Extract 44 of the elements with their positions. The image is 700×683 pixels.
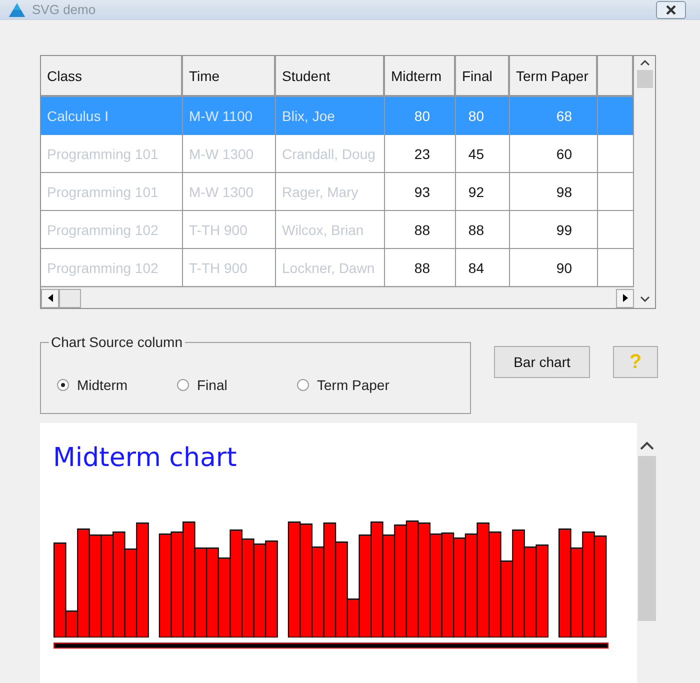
close-icon [665,4,677,14]
column-header[interactable]: Midterm [385,56,456,97]
column-header[interactable]: Term Paper [510,56,598,97]
table-cell[interactable]: 88 [385,249,456,287]
table-cell[interactable] [598,97,634,135]
scrollbar-thumb[interactable] [636,70,652,88]
scroll-left-button[interactable] [41,288,59,308]
table-cell[interactable] [598,135,634,173]
table-cell[interactable]: 45 [456,135,510,173]
table-cell[interactable]: 98 [510,173,598,211]
column-header[interactable]: Class [41,56,183,97]
group-label: Chart Source column [50,334,184,350]
table-cell[interactable]: 90 [510,249,598,287]
table-cell[interactable]: 23 [385,135,456,173]
scroll-up-icon[interactable] [640,60,650,66]
left-arrow-icon [48,294,52,302]
table-cell[interactable]: 92 [456,173,510,211]
radio-option[interactable]: Term Paper [297,364,390,405]
table-cell[interactable] [598,211,634,249]
app-icon [8,2,26,18]
scrollbar-thumb[interactable] [638,456,656,621]
column-header[interactable]: Time [183,56,276,97]
column-header[interactable] [598,56,634,97]
scroll-right-button[interactable] [616,288,634,308]
table-cell[interactable]: 93 [385,173,456,211]
table-cell[interactable]: 60 [510,135,598,173]
window-title: SVG demo [32,2,97,17]
column-header[interactable]: Final [456,56,510,97]
radio-option[interactable]: Final [177,364,228,405]
scroll-up-icon[interactable] [640,441,654,450]
chart-title: Midterm chart [53,443,238,473]
table-cell[interactable]: 88 [385,211,456,249]
bar-chart-button[interactable]: Bar chart [494,346,590,378]
table-cell[interactable]: 99 [510,211,598,249]
column-header[interactable]: Student [276,56,385,97]
table-cell[interactable]: 88 [456,211,510,249]
close-button[interactable] [656,0,686,18]
table-cell[interactable] [598,249,634,287]
table-cell[interactable] [598,173,634,211]
radio-option[interactable]: Midterm [57,364,128,405]
table-cell[interactable]: 84 [456,249,510,287]
right-arrow-icon [622,294,628,302]
scrollbar-thumb[interactable] [59,288,81,308]
scroll-down-icon[interactable] [640,296,650,302]
